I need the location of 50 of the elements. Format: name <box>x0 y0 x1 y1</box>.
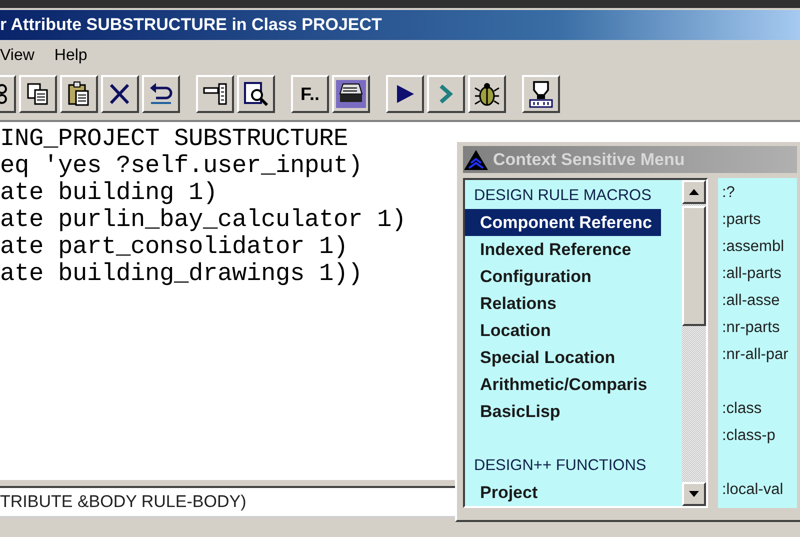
keyword-item[interactable]: :all-parts <box>718 260 782 287</box>
menu-item[interactable]: Help <box>54 45 88 67</box>
toolbar-button[interactable]: F.. <box>291 75 329 113</box>
keyword-item[interactable]: :class <box>718 395 762 422</box>
code-line: ate building 1) <box>0 180 218 207</box>
copy-icon <box>26 82 50 106</box>
code-line: ING_PROJECT SUBSTRUCTURE <box>0 126 348 153</box>
scroll-up-button[interactable] <box>682 180 706 204</box>
section-heading: DESIGN RULE MACROS <box>473 186 652 206</box>
keyword-item[interactable]: :parts <box>718 206 761 233</box>
list-item[interactable]: Location <box>465 317 661 344</box>
delete-icon <box>108 82 132 106</box>
list-item[interactable]: BasicLisp <box>465 398 661 425</box>
list-item[interactable]: Special Location <box>465 344 661 371</box>
scroll-thumb[interactable] <box>682 206 706 326</box>
keyword-item[interactable]: :nr-all-par <box>718 341 788 368</box>
list-item[interactable]: Arithmetic/Comparis <box>465 371 661 398</box>
scrollbar[interactable] <box>682 180 706 506</box>
list-icon <box>202 82 228 106</box>
undo-icon <box>148 82 174 106</box>
keyword-item[interactable]: :assembl <box>718 233 784 260</box>
paste-icon <box>67 81 91 107</box>
stamp-icon <box>528 80 554 108</box>
list-item[interactable]: Relations <box>465 290 661 317</box>
play-icon <box>394 83 416 105</box>
list-item[interactable]: Component Referenc <box>465 209 661 236</box>
section-heading: DESIGN++ FUNCTIONS <box>473 456 646 476</box>
list-item[interactable]: Project <box>465 479 661 506</box>
code-line: eq 'yes ?self.user_input) <box>0 153 363 180</box>
keyword-item[interactable]: :nr-parts <box>718 314 780 341</box>
find-icon <box>243 81 269 107</box>
up-arrow-icon <box>689 189 699 195</box>
bug-icon <box>474 81 500 107</box>
menu-title: Context Sensitive Menu <box>493 150 685 170</box>
keyword-item[interactable]: :? <box>718 179 735 206</box>
code-line: ate building_drawings 1)) <box>0 261 363 288</box>
code-line: ate part_consolidator 1) <box>0 234 348 261</box>
list-item[interactable]: Configuration <box>465 263 661 290</box>
keyword-item[interactable]: :class-p <box>718 422 776 449</box>
list-item[interactable]: Indexed Reference <box>465 236 661 263</box>
down-arrow-icon <box>689 491 699 497</box>
chevron-icon <box>438 83 454 105</box>
triangle-icon <box>463 148 489 170</box>
window-title: r Attribute SUBSTRUCTURE in Class PROJECT <box>0 10 800 40</box>
code-line: ate purlin_bay_calculator 1) <box>0 207 406 234</box>
scroll-down-button[interactable] <box>682 482 706 506</box>
printer-icon <box>336 80 366 108</box>
input-field[interactable]: TRIBUTE &BODY RULE-BODY) <box>0 488 456 518</box>
menu-item[interactable]: View <box>0 45 34 67</box>
keyword-item[interactable]: :all-asse <box>718 287 780 314</box>
